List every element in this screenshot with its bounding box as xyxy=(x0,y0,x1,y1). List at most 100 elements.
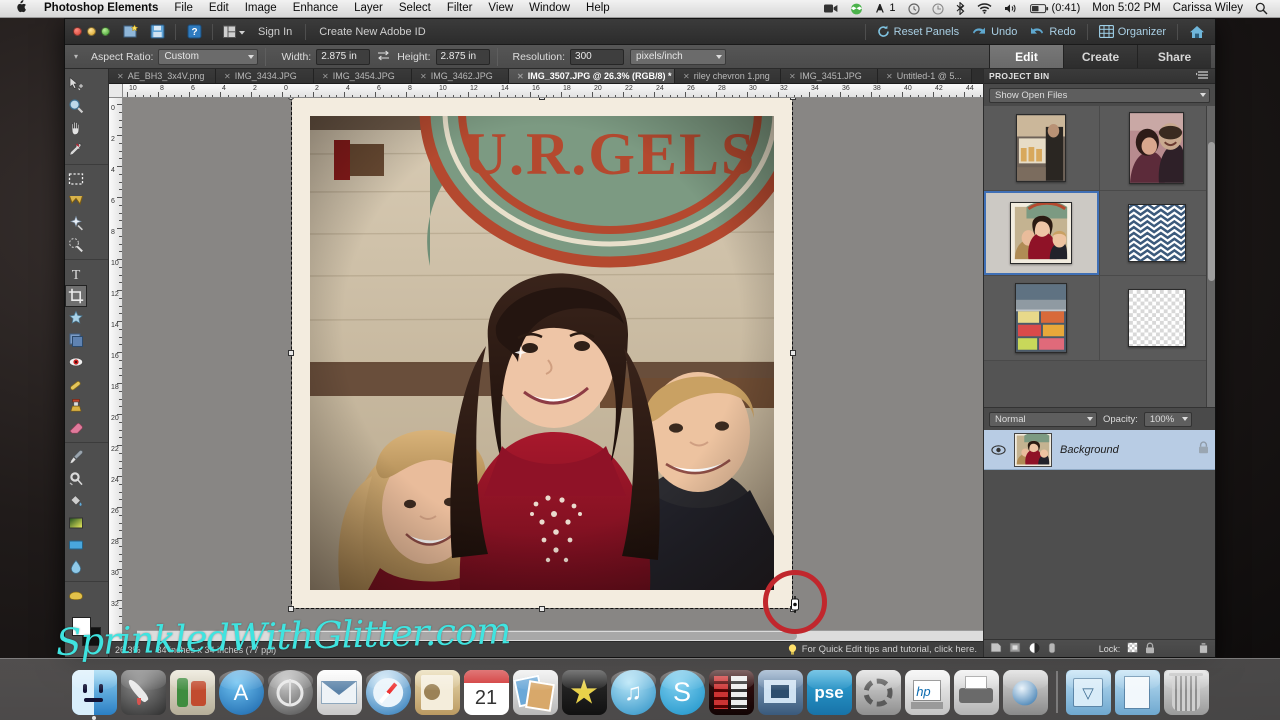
dock-documents-folder[interactable] xyxy=(1114,670,1160,715)
bin-thumb-3[interactable] xyxy=(984,191,1100,276)
dock-app-store-green[interactable] xyxy=(169,670,215,715)
dock-utility[interactable] xyxy=(855,670,901,715)
brush-tool[interactable] xyxy=(65,446,87,468)
delete-layer-icon[interactable] xyxy=(1198,642,1209,656)
menu-enhance[interactable]: Enhance xyxy=(285,0,346,17)
new-file-icon[interactable] xyxy=(120,22,142,42)
dock-downloads-folder[interactable]: ▽ xyxy=(1065,670,1111,715)
adjustment-layer-icon[interactable] xyxy=(1028,641,1041,656)
crop-tool[interactable] xyxy=(65,285,87,307)
menu-image[interactable]: Image xyxy=(237,0,285,17)
bin-thumb-5[interactable] xyxy=(984,276,1100,361)
apple-logo-icon[interactable] xyxy=(6,0,36,17)
minimize-button[interactable] xyxy=(87,27,96,36)
tab-share[interactable]: Share xyxy=(1137,45,1211,68)
bluetooth-icon[interactable] xyxy=(950,2,971,15)
dock-photoshop-elements[interactable]: pse xyxy=(806,670,852,715)
shape-tool[interactable] xyxy=(65,534,87,556)
dock-itunes[interactable]: ♫ xyxy=(610,670,656,715)
help-icon[interactable]: ? xyxy=(183,22,205,42)
dock-skype[interactable]: S xyxy=(659,670,705,715)
dock-calendar[interactable]: 21 xyxy=(463,670,509,715)
reset-panels-button[interactable]: Reset Panels xyxy=(871,25,965,38)
dock-launchpad[interactable] xyxy=(120,670,166,715)
layer-thumbnail[interactable] xyxy=(1014,432,1052,467)
project-bin-filter-select[interactable]: Show Open Files xyxy=(989,87,1210,103)
hand-tool[interactable] xyxy=(65,117,87,139)
menu-edit[interactable]: Edit xyxy=(201,0,237,17)
menu-filter[interactable]: Filter xyxy=(439,0,481,17)
layer-row-background[interactable]: Background xyxy=(984,430,1215,470)
doc-tab-2[interactable]: ✕ IMG_3454.JPG xyxy=(314,69,412,83)
layer-mask-icon[interactable] xyxy=(1048,642,1056,656)
audio-meter-icon[interactable]: 1 xyxy=(869,0,901,17)
close-icon[interactable]: ✕ xyxy=(420,72,427,81)
dock-contacts[interactable] xyxy=(414,670,460,715)
move-tool[interactable] xyxy=(65,73,87,95)
close-icon[interactable]: ✕ xyxy=(224,72,231,81)
quick-selection-tool[interactable] xyxy=(65,234,87,256)
dock-hp-utility[interactable]: hp xyxy=(904,670,950,715)
zoom-window-button[interactable] xyxy=(101,27,110,36)
resolution-input[interactable]: 300 xyxy=(570,48,625,65)
volume-icon[interactable] xyxy=(998,3,1024,14)
resolution-units-select[interactable]: pixels/inch xyxy=(630,48,727,65)
paint-bucket-tool[interactable] xyxy=(65,490,87,512)
clock-alarm-icon[interactable] xyxy=(902,2,926,15)
menu-help[interactable]: Help xyxy=(578,0,618,17)
time-machine-icon[interactable] xyxy=(926,2,950,15)
eyedropper-tool[interactable] xyxy=(65,139,87,161)
save-icon[interactable] xyxy=(146,22,168,42)
clone-stamp-tool[interactable] xyxy=(65,395,87,417)
lasso-tool[interactable] xyxy=(65,190,87,212)
straighten-tool[interactable] xyxy=(65,329,87,351)
gradient-tool[interactable] xyxy=(65,512,87,534)
blend-mode-select[interactable]: Normal xyxy=(989,411,1097,427)
dock-iphoto[interactable] xyxy=(512,670,558,715)
doc-tab-0[interactable]: ✕ AE_BH3_3x4V.png xyxy=(109,69,216,83)
eraser-tool[interactable] xyxy=(65,417,87,439)
height-input[interactable]: 2.875 in xyxy=(435,48,490,65)
new-layer-icon[interactable] xyxy=(990,642,1002,655)
sign-in-link[interactable]: Sign In xyxy=(250,26,300,38)
bin-thumb-4[interactable] xyxy=(1099,191,1215,276)
scrollbar-thumb[interactable] xyxy=(1208,142,1215,281)
new-fill-layer-icon[interactable] xyxy=(1009,642,1021,655)
menu-app-name[interactable]: Photoshop Elements xyxy=(36,0,166,17)
cookie-cutter-tool[interactable] xyxy=(65,307,87,329)
spotlight-search-icon[interactable] xyxy=(1249,2,1274,15)
healing-brush-tool[interactable] xyxy=(65,373,87,395)
undo-button[interactable]: Undo xyxy=(965,25,1023,38)
sponge-tool[interactable] xyxy=(65,585,87,607)
vertical-ruler[interactable]: 0 2 4 6 8 10 12 14 16 18 20 22 24 26 28 30 32 xyxy=(109,98,123,641)
width-input[interactable]: 2.875 in xyxy=(316,48,371,65)
opacity-input[interactable]: 100% xyxy=(1143,411,1192,427)
lock-all-icon[interactable] xyxy=(1145,642,1155,656)
doc-tab-7[interactable]: ✕ Untitled-1 @ 5... xyxy=(878,69,972,83)
bin-thumb-6[interactable] xyxy=(1099,276,1215,361)
menu-file[interactable]: File xyxy=(166,0,201,17)
dock-system-preferences[interactable] xyxy=(267,670,313,715)
project-bin-scrollbar[interactable] xyxy=(1206,106,1215,407)
dock-hp-printer[interactable] xyxy=(953,670,999,715)
layer-name[interactable]: Background xyxy=(1060,444,1190,456)
layer-visibility-icon[interactable] xyxy=(990,444,1006,455)
create-adobe-id-link[interactable]: Create New Adobe ID xyxy=(311,26,433,38)
dock-safari[interactable] xyxy=(365,670,411,715)
magic-wand-tool[interactable] xyxy=(65,212,87,234)
menu-select[interactable]: Select xyxy=(391,0,439,17)
wifi-icon[interactable] xyxy=(971,3,998,14)
organizer-button[interactable]: Organizer xyxy=(1093,25,1172,38)
dock-finder[interactable] xyxy=(71,670,117,720)
dock-trash[interactable] xyxy=(1163,670,1209,715)
close-icon[interactable]: ✕ xyxy=(322,72,329,81)
type-tool[interactable]: T xyxy=(65,263,87,285)
swap-dimensions-icon[interactable] xyxy=(370,50,397,64)
horizontal-ruler[interactable]: 10 8 6 4 2 0 2 4 6 8 10 12 14 16 18 20 22 24 26 28 30 32 34 36 3… xyxy=(123,84,983,98)
options-bar-grip[interactable]: ▾ xyxy=(69,52,83,61)
close-icon[interactable]: ✕ xyxy=(886,72,893,81)
layout-icon[interactable] xyxy=(220,22,248,42)
dock-imovie[interactable]: ★ xyxy=(561,670,607,715)
lock-transparency-icon[interactable] xyxy=(1127,642,1139,655)
canvas[interactable]: U.R.GELS xyxy=(123,98,983,641)
